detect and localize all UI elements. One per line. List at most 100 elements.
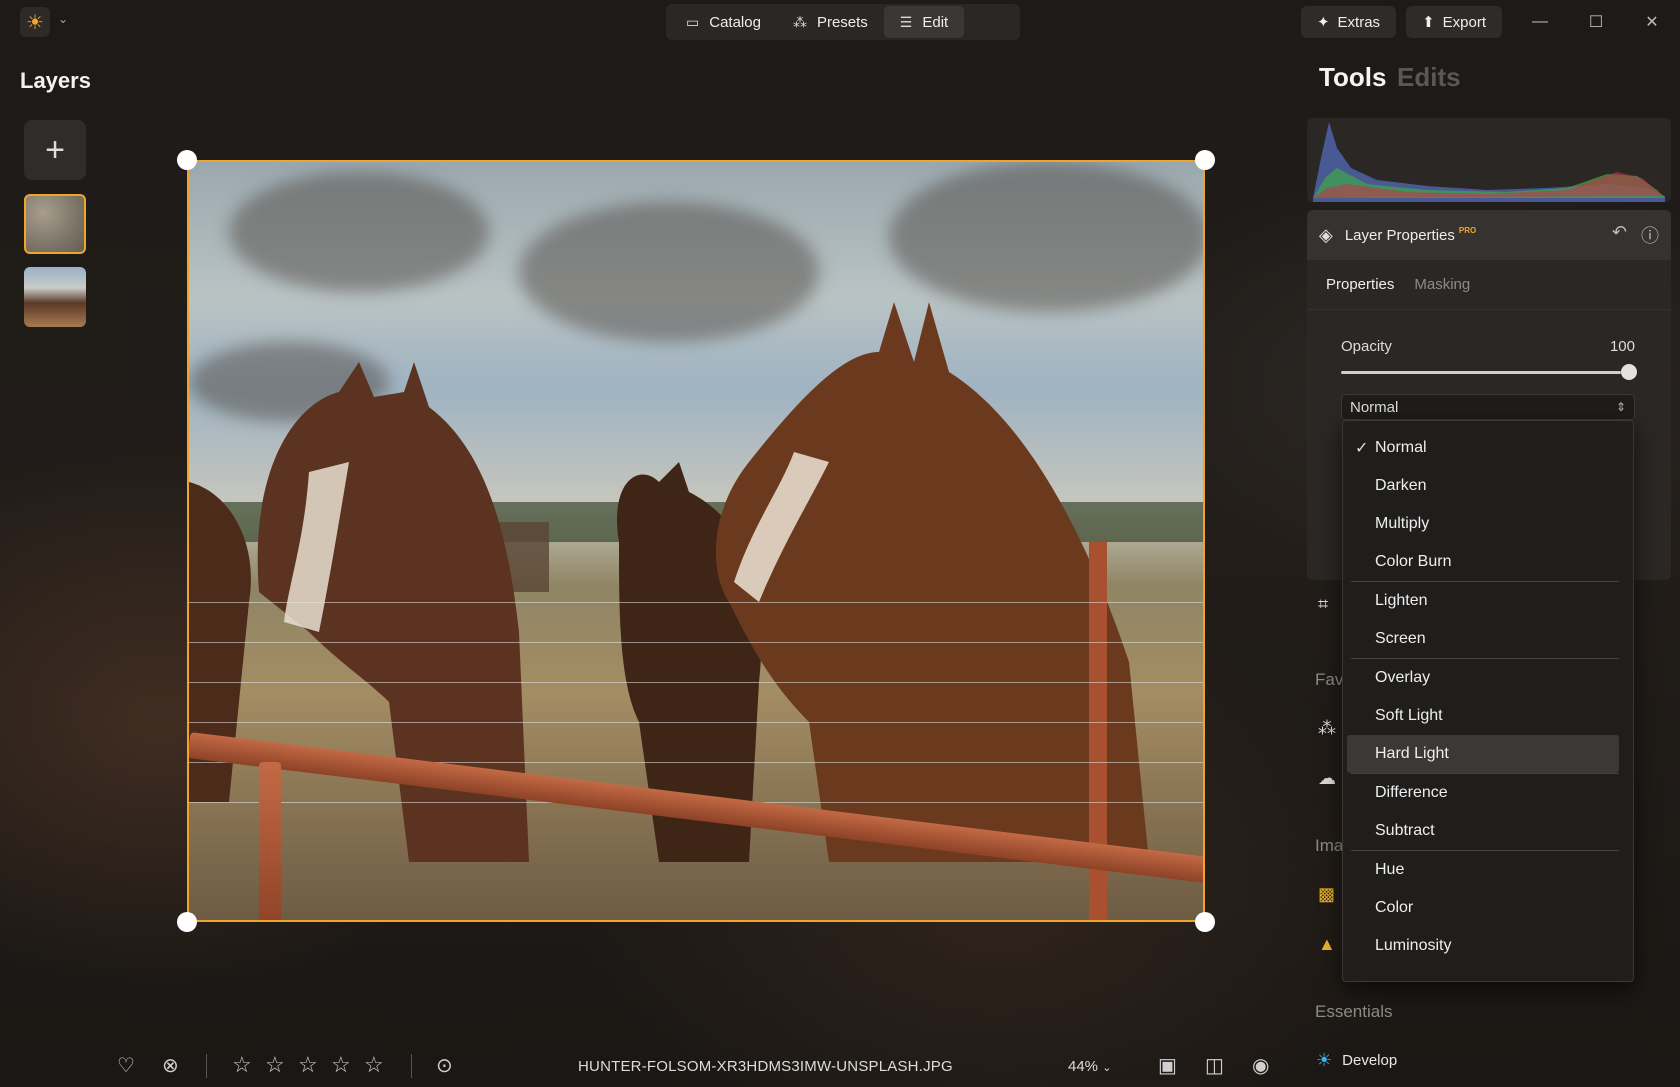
image-section-label: Ima <box>1315 836 1344 855</box>
close-button[interactable]: ✕ <box>1624 6 1680 38</box>
magic-wand-icon[interactable]: ⁂ <box>1318 718 1336 739</box>
blend-mode-select[interactable]: Normal ⇕ <box>1341 394 1635 420</box>
canvas-image[interactable] <box>187 160 1205 922</box>
add-layer-button[interactable]: + <box>24 120 86 180</box>
sparkle-icon: ✦ <box>1316 14 1330 31</box>
divider <box>206 1054 207 1078</box>
blend-option-overlay[interactable]: Overlay <box>1347 659 1619 697</box>
rating-star-4[interactable]: ☆ <box>331 1052 351 1078</box>
eye-icon[interactable]: ◉ <box>1252 1053 1269 1078</box>
info-icon[interactable]: ⓘ <box>1641 222 1659 248</box>
more-options-icon[interactable]: ⊙ <box>436 1053 453 1078</box>
layers-title: Layers <box>20 68 91 93</box>
checker-icon[interactable]: ▩ <box>1318 884 1335 905</box>
blend-option-label: Luminosity <box>1375 937 1452 954</box>
layer-properties-title: Layer Properties <box>1344 226 1455 244</box>
crop-icon[interactable]: ⌗ <box>1318 594 1328 615</box>
upload-icon: ⬆ <box>1422 14 1435 31</box>
plus-icon: + <box>45 130 65 169</box>
export-button[interactable]: ⬆ Export <box>1406 6 1502 38</box>
blend-option-label: Difference <box>1375 784 1448 801</box>
blend-option-label: Multiply <box>1375 515 1430 532</box>
blend-option-screen[interactable]: Screen <box>1347 620 1619 658</box>
develop-tool[interactable]: ☀ Develop <box>1316 1050 1397 1071</box>
histogram <box>1307 118 1671 202</box>
blend-option-label: Lighten <box>1375 592 1428 609</box>
blend-option-multiply[interactable]: Multiply <box>1347 505 1619 543</box>
tab-catalog[interactable]: ▭ Catalog <box>670 6 777 38</box>
blend-option-label: Overlay <box>1375 669 1431 686</box>
opacity-slider-knob[interactable] <box>1621 364 1637 380</box>
resize-handle-top-left[interactable] <box>177 150 197 170</box>
blend-option-hue[interactable]: Hue <box>1347 851 1619 889</box>
opacity-value: 100 <box>1609 338 1635 355</box>
sun-icon: ☀ <box>26 11 44 34</box>
blend-option-hard-light[interactable]: Hard Light <box>1347 735 1619 773</box>
rating-star-1[interactable]: ☆ <box>232 1052 252 1078</box>
fence-wire <box>189 682 1203 683</box>
blend-option-lighten[interactable]: Lighten <box>1347 582 1619 620</box>
tab-edits[interactable]: Edits <box>1397 62 1461 93</box>
filmstrip-icon[interactable]: ▣ <box>1158 1053 1177 1078</box>
maximize-button[interactable]: ☐ <box>1568 6 1624 38</box>
divider <box>411 1054 412 1078</box>
tab-properties[interactable]: Properties <box>1326 276 1394 293</box>
checkmark-icon: ✓ <box>1355 440 1369 457</box>
zoom-level[interactable]: 44% ⌄ <box>1068 1058 1111 1075</box>
resize-handle-bottom-left[interactable] <box>177 912 197 932</box>
favorites-label: Fav <box>1315 670 1344 689</box>
blend-mode-value: Normal <box>1350 398 1399 416</box>
app-logo-button[interactable]: ☀ <box>20 7 50 37</box>
sliders-icon: ☰ <box>899 13 913 30</box>
chevron-down-icon[interactable]: ⌄ <box>58 12 68 26</box>
fence-post <box>259 762 281 920</box>
top-right-controls: ✦ Extras ⬆ Export — ☐ ✕ <box>1300 6 1680 38</box>
rating-star-5[interactable]: ☆ <box>364 1052 384 1078</box>
magic-wand-icon: ⁂ <box>792 13 807 30</box>
chevron-down-icon: ⌄ <box>1102 1062 1112 1074</box>
blend-option-label: Normal <box>1375 439 1427 456</box>
blend-option-color-burn[interactable]: Color Burn <box>1347 543 1619 581</box>
fence-wire <box>189 602 1203 603</box>
compare-icon[interactable]: ◫ <box>1205 1053 1224 1078</box>
layer-properties-header[interactable]: ◈ Layer Properties PRO ↶ ⓘ <box>1307 210 1671 260</box>
tab-masking[interactable]: Masking <box>1414 276 1470 293</box>
blend-option-label: Hue <box>1375 861 1405 878</box>
rating-star-2[interactable]: ☆ <box>265 1052 285 1078</box>
cloud-icon[interactable]: ☁ <box>1318 768 1336 789</box>
minimize-button[interactable]: — <box>1512 6 1568 38</box>
heart-icon[interactable]: ♡ <box>117 1053 135 1078</box>
image-filename: HUNTER-FOLSOM-XR3HDMS3IMW-UNSPLASH.JPG <box>578 1058 953 1075</box>
layer-thumbnail-photo[interactable] <box>24 267 86 327</box>
undo-icon[interactable]: ↶ <box>1612 222 1627 248</box>
blend-option-normal[interactable]: ✓ Normal <box>1347 429 1619 467</box>
fence-wire <box>189 642 1203 643</box>
develop-sun-icon: ☀ <box>1316 1050 1333 1070</box>
resize-handle-top-right[interactable] <box>1195 150 1215 170</box>
layer-thumbnail-texture[interactable] <box>24 194 86 254</box>
blend-option-darken[interactable]: Darken <box>1347 467 1619 505</box>
layers-stack-icon: ◈ <box>1319 224 1333 245</box>
opacity-label: Opacity <box>1341 338 1392 355</box>
blend-option-label: Color <box>1375 899 1414 916</box>
extras-label: Extras <box>1337 13 1381 31</box>
updown-chevron-icon: ⇕ <box>1615 400 1626 414</box>
blend-option-soft-light[interactable]: Soft Light <box>1347 697 1619 735</box>
rating-star-3[interactable]: ☆ <box>298 1052 318 1078</box>
blend-option-subtract[interactable]: Subtract <box>1347 812 1619 850</box>
tab-presets[interactable]: ⁂ Presets <box>777 6 884 38</box>
fence-wire <box>189 722 1203 723</box>
blend-option-difference[interactable]: Difference <box>1347 774 1619 812</box>
tab-tools[interactable]: Tools <box>1319 62 1386 93</box>
blend-option-label: Subtract <box>1375 822 1435 839</box>
reject-icon[interactable]: ⊗ <box>162 1053 179 1078</box>
opacity-slider-track[interactable] <box>1341 371 1621 374</box>
histogram-graph <box>1313 122 1665 202</box>
blend-option-luminosity[interactable]: Luminosity <box>1347 927 1619 965</box>
blend-option-color[interactable]: Color <box>1347 889 1619 927</box>
portrait-icon[interactable]: ▲ <box>1318 934 1336 955</box>
resize-handle-bottom-right[interactable] <box>1195 912 1215 932</box>
blend-option-label: Darken <box>1375 477 1427 494</box>
extras-button[interactable]: ✦ Extras <box>1300 6 1397 38</box>
tab-edit[interactable]: ☰ Edit <box>883 6 965 38</box>
